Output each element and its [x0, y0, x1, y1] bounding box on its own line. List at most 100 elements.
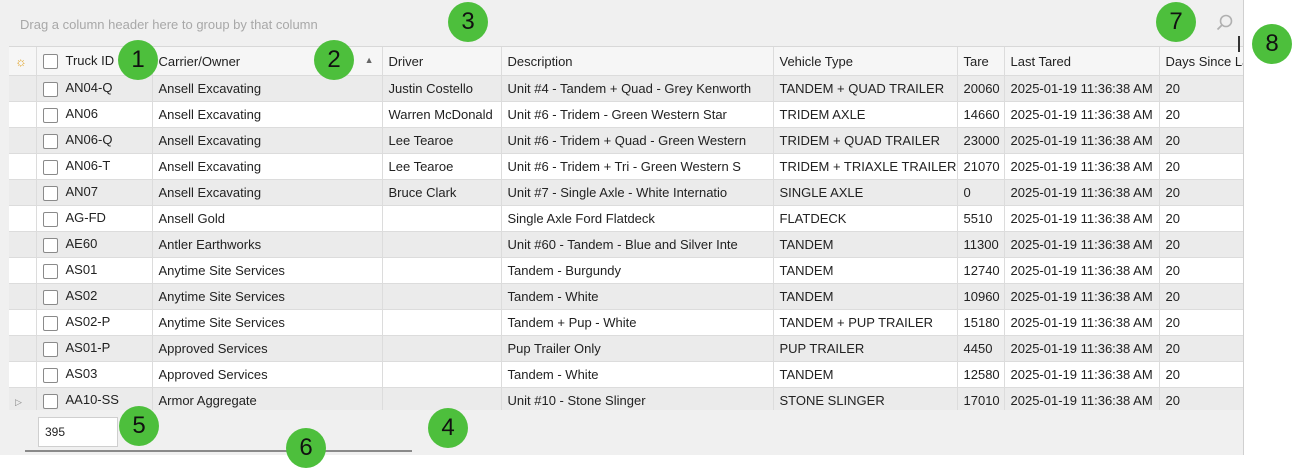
cell-description[interactable]: Unit #4 - Tandem + Quad - Grey Kenworth: [501, 75, 774, 102]
cell-last-tared[interactable]: 2025-01-19 11:36:38 AM: [1004, 205, 1160, 232]
cell-days-since[interactable]: 20: [1159, 153, 1243, 180]
cell-driver[interactable]: [382, 309, 502, 336]
cell-truck-id[interactable]: AN06-T: [36, 153, 153, 180]
cell-vehicle-type[interactable]: TANDEM: [773, 257, 958, 284]
row-indicator-cell[interactable]: [9, 127, 37, 154]
cell-description[interactable]: Tandem - White: [501, 283, 774, 310]
cell-vehicle-type[interactable]: PUP TRAILER: [773, 335, 958, 362]
cell-carrier[interactable]: Ansell Gold: [152, 205, 383, 232]
column-header-last-tared[interactable]: Last Tared: [1004, 47, 1160, 76]
cell-carrier[interactable]: Approved Services: [152, 361, 383, 388]
row-indicator-cell[interactable]: [9, 101, 37, 128]
cell-driver[interactable]: [382, 361, 502, 388]
cell-vehicle-type[interactable]: TRIDEM + QUAD TRAILER: [773, 127, 958, 154]
row-indicator-cell[interactable]: [9, 283, 37, 310]
cell-tare[interactable]: 4450: [957, 335, 1005, 362]
cell-vehicle-type[interactable]: TANDEM: [773, 231, 958, 258]
cell-truck-id[interactable]: AS01: [36, 257, 153, 284]
cell-truck-id[interactable]: AS01-P: [36, 335, 153, 362]
row-indicator-cell[interactable]: ▷: [9, 387, 37, 411]
cell-last-tared[interactable]: 2025-01-19 11:36:38 AM: [1004, 75, 1160, 102]
row-select-checkbox[interactable]: [42, 107, 58, 123]
cell-last-tared[interactable]: 2025-01-19 11:36:38 AM: [1004, 101, 1160, 128]
select-all-checkbox[interactable]: [42, 54, 58, 70]
cell-driver[interactable]: [382, 283, 502, 310]
row-select-checkbox[interactable]: [42, 315, 58, 331]
row-indicator-cell[interactable]: [9, 335, 37, 362]
cell-truck-id[interactable]: AS02-P: [36, 309, 153, 336]
cell-carrier[interactable]: Armor Aggregate: [152, 387, 383, 411]
cell-driver[interactable]: Bruce Clark: [382, 179, 502, 206]
cell-description[interactable]: Pup Trailer Only: [501, 335, 774, 362]
cell-days-since[interactable]: 20: [1159, 361, 1243, 388]
cell-description[interactable]: Unit #6 - Tridem - Green Western Star: [501, 101, 774, 128]
cell-vehicle-type[interactable]: TANDEM: [773, 361, 958, 388]
cell-vehicle-type[interactable]: TANDEM: [773, 283, 958, 310]
cell-days-since[interactable]: 20: [1159, 179, 1243, 206]
scrollbar-thumb[interactable]: [1238, 36, 1240, 52]
table-row[interactable]: AS02-P Anytime Site Services Tandem + Pup …: [9, 309, 1243, 336]
cell-driver[interactable]: Justin Costello: [382, 75, 502, 102]
column-header-days-since[interactable]: Days Since La: [1159, 47, 1243, 76]
table-row[interactable]: AN06-T Ansell Excavating Lee Tearoe Unit #6…: [9, 153, 1243, 180]
cell-days-since[interactable]: 20: [1159, 257, 1243, 284]
cell-days-since[interactable]: 20: [1159, 231, 1243, 258]
row-expand-icon[interactable]: ▷: [15, 397, 22, 407]
row-indicator-cell[interactable]: [9, 75, 37, 102]
row-indicator-cell[interactable]: [9, 257, 37, 284]
sun-settings-icon[interactable]: ☼: [15, 54, 27, 69]
search-icon[interactable]: [1214, 12, 1236, 34]
row-select-checkbox[interactable]: [42, 263, 58, 279]
cell-driver[interactable]: Lee Tearoe: [382, 127, 502, 154]
cell-tare[interactable]: 12740: [957, 257, 1005, 284]
table-row[interactable]: AN07 Ansell Excavating Bruce Clark Unit #7 …: [9, 179, 1243, 206]
cell-carrier[interactable]: Anytime Site Services: [152, 257, 383, 284]
table-row[interactable]: AN06-Q Ansell Excavating Lee Tearoe Unit #6…: [9, 127, 1243, 154]
row-count-field[interactable]: 395: [38, 417, 118, 447]
cell-carrier[interactable]: Anytime Site Services: [152, 283, 383, 310]
table-row[interactable]: AE60 Antler Earthworks Unit #60 - Tandem -…: [9, 231, 1243, 258]
cell-carrier[interactable]: Anytime Site Services: [152, 309, 383, 336]
cell-driver[interactable]: Lee Tearoe: [382, 153, 502, 180]
cell-carrier[interactable]: Ansell Excavating: [152, 179, 383, 206]
table-row[interactable]: AS01-P Approved Services Pup Trailer Only P…: [9, 335, 1243, 362]
sort-asc-icon[interactable]: ▲: [365, 55, 374, 65]
cell-truck-id[interactable]: AS03: [36, 361, 153, 388]
cell-vehicle-type[interactable]: TANDEM + QUAD TRAILER: [773, 75, 958, 102]
table-row[interactable]: AS03 Approved Services Tandem - White TANDE…: [9, 361, 1243, 388]
cell-last-tared[interactable]: 2025-01-19 11:36:38 AM: [1004, 179, 1160, 206]
cell-days-since[interactable]: 20: [1159, 127, 1243, 154]
cell-vehicle-type[interactable]: FLATDECK: [773, 205, 958, 232]
cell-truck-id[interactable]: AN07: [36, 179, 153, 206]
column-header-driver[interactable]: Driver: [382, 47, 502, 76]
cell-description[interactable]: Unit #6 - Tridem + Tri - Green Western S: [501, 153, 774, 180]
cell-vehicle-type[interactable]: TANDEM + PUP TRAILER: [773, 309, 958, 336]
table-row[interactable]: AG-FD Ansell Gold Single Axle Ford Flatdec…: [9, 205, 1243, 232]
cell-last-tared[interactable]: 2025-01-19 11:36:38 AM: [1004, 231, 1160, 258]
cell-description[interactable]: Single Axle Ford Flatdeck: [501, 205, 774, 232]
table-row[interactable]: AS02 Anytime Site Services Tandem - White T…: [9, 283, 1243, 310]
row-select-checkbox[interactable]: [42, 289, 58, 305]
cell-carrier[interactable]: Ansell Excavating: [152, 127, 383, 154]
cell-tare[interactable]: 20060: [957, 75, 1005, 102]
cell-vehicle-type[interactable]: TRIDEM + TRIAXLE TRAILER: [773, 153, 958, 180]
cell-days-since[interactable]: 20: [1159, 309, 1243, 336]
cell-tare[interactable]: 10960: [957, 283, 1005, 310]
column-chooser-cell[interactable]: ☼: [9, 47, 37, 76]
grid-table-viewport[interactable]: ☼ Truck ID Carrier/Owner ▲ Driver Descrip…: [9, 46, 1243, 411]
cell-last-tared[interactable]: 2025-01-19 11:36:38 AM: [1004, 309, 1160, 336]
cell-driver[interactable]: [382, 205, 502, 232]
column-header-vehicle-type[interactable]: Vehicle Type: [773, 47, 958, 76]
row-indicator-cell[interactable]: [9, 309, 37, 336]
cell-description[interactable]: Tandem - Burgundy: [501, 257, 774, 284]
row-select-checkbox[interactable]: [42, 237, 58, 253]
cell-last-tared[interactable]: 2025-01-19 11:36:38 AM: [1004, 387, 1160, 411]
row-select-checkbox[interactable]: [42, 159, 58, 175]
row-indicator-cell[interactable]: [9, 205, 37, 232]
cell-description[interactable]: Unit #6 - Tridem + Quad - Green Western: [501, 127, 774, 154]
row-select-checkbox[interactable]: [42, 341, 58, 357]
cell-tare[interactable]: 11300: [957, 231, 1005, 258]
cell-driver[interactable]: [382, 335, 502, 362]
cell-last-tared[interactable]: 2025-01-19 11:36:38 AM: [1004, 283, 1160, 310]
cell-days-since[interactable]: 20: [1159, 387, 1243, 411]
